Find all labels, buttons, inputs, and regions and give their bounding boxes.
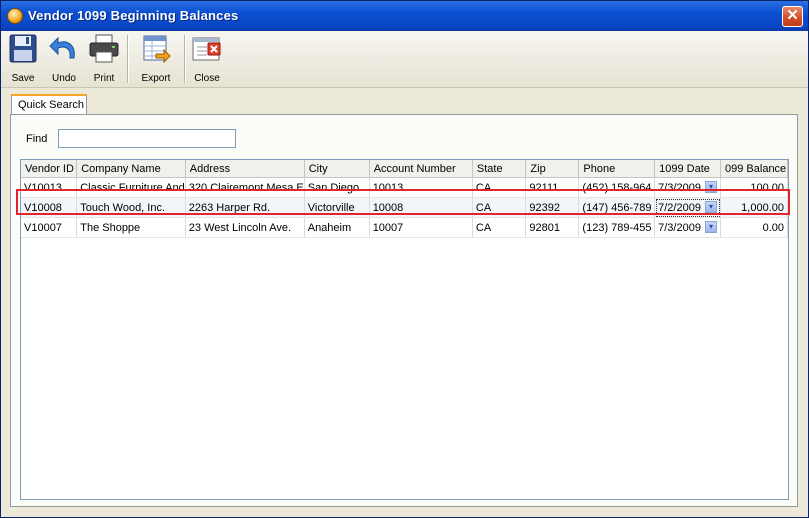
app-icon [7, 8, 23, 24]
grid-header-row: Vendor ID Company Name Address City Acco… [21, 160, 788, 178]
cell-phone[interactable]: (452) 158-964 [578, 177, 656, 198]
cell-1099-balance[interactable]: 0.00 [720, 217, 788, 238]
cell-company-name[interactable]: Classic Furniture And [76, 177, 186, 198]
table-row[interactable]: V10008 Touch Wood, Inc. 2263 Harper Rd. … [21, 197, 788, 218]
undo-button-label: Undo [52, 73, 76, 84]
save-button-label: Save [11, 73, 35, 84]
cell-company-name[interactable]: The Shoppe [76, 217, 186, 238]
cell-company-name[interactable]: Touch Wood, Inc. [76, 197, 186, 218]
floppy-disk-icon [9, 34, 37, 63]
cell-vendor-id[interactable]: V10007 [21, 217, 78, 238]
table-row[interactable]: V10007 The Shoppe 23 West Lincoln Ave. A… [21, 217, 788, 238]
close-button-label: Close [194, 73, 220, 84]
column-header-state[interactable]: State [472, 160, 527, 178]
cell-phone[interactable]: (147) 456-789 [578, 197, 656, 218]
chevron-down-icon[interactable]: ▾ [705, 181, 718, 193]
chevron-down-icon[interactable]: ▾ [705, 201, 718, 213]
column-header-zip[interactable]: Zip [525, 160, 580, 178]
column-header-company-name[interactable]: Company Name [76, 160, 186, 178]
tab-quick-search-label: Quick Search [18, 99, 85, 111]
cell-zip[interactable]: 92392 [525, 197, 580, 218]
date-value: 7/3/2009 [658, 181, 701, 194]
cell-city[interactable]: Victorville [304, 197, 370, 218]
column-header-1099-date[interactable]: 1099 Date [654, 160, 722, 178]
date-value: 7/2/2009 [658, 201, 701, 214]
date-value: 7/3/2009 [658, 221, 701, 234]
window-title: Vendor 1099 Beginning Balances [28, 8, 239, 23]
save-button[interactable]: Save [5, 33, 41, 85]
window-close-button[interactable]: ✕ [782, 6, 803, 27]
chevron-down-icon[interactable]: ▾ [705, 221, 718, 233]
cell-address[interactable]: 23 West Lincoln Ave. [185, 217, 305, 238]
column-header-city[interactable]: City [304, 160, 370, 178]
cell-1099-balance[interactable]: 100.00 [720, 177, 788, 198]
toolbar-separator [127, 35, 129, 83]
undo-button[interactable]: Undo [45, 33, 83, 85]
find-label: Find [26, 133, 48, 145]
column-header-account-number[interactable]: Account Number [369, 160, 473, 178]
printer-icon [89, 34, 119, 63]
cell-city[interactable]: Anaheim [304, 217, 370, 238]
close-button[interactable]: Close [189, 33, 225, 85]
toolbar-separator [184, 35, 186, 83]
cell-zip[interactable]: 92111 [525, 177, 580, 198]
cell-city[interactable]: San Diego [304, 177, 370, 198]
cell-1099-date[interactable]: 7/2/2009 ▾ [654, 197, 722, 218]
tab-quick-search[interactable]: Quick Search [11, 94, 87, 115]
cell-vendor-id[interactable]: V10013 [21, 177, 78, 198]
cell-1099-date[interactable]: 7/3/2009 ▾ [654, 217, 722, 238]
spreadsheet-export-icon [143, 35, 171, 64]
cell-1099-date[interactable]: 7/3/2009 ▾ [654, 177, 722, 198]
column-header-vendor-id[interactable]: Vendor ID [21, 160, 78, 178]
column-header-address[interactable]: Address [185, 160, 305, 178]
quick-search-panel: Find Vendor ID Company Name Address City… [10, 114, 798, 507]
cell-account-number[interactable]: 10013 [369, 177, 473, 198]
close-window-icon [192, 37, 221, 61]
table-row[interactable]: V10013 Classic Furniture And 320 Clairem… [21, 177, 788, 198]
vendor-grid: Vendor ID Company Name Address City Acco… [20, 159, 789, 500]
cell-1099-balance[interactable]: 1,000.00 [720, 197, 788, 218]
cell-account-number[interactable]: 10008 [369, 197, 473, 218]
cell-address[interactable]: 320 Clairemont Mesa E [185, 177, 305, 198]
toolbar: Save Undo Print Export Close [1, 31, 808, 88]
undo-arrow-icon [49, 36, 75, 59]
cell-phone[interactable]: (123) 789-455 [578, 217, 656, 238]
print-button-label: Print [93, 73, 115, 84]
cell-state[interactable]: CA [472, 217, 527, 238]
column-header-1099-balance[interactable]: 099 Balance [720, 160, 788, 178]
cell-account-number[interactable]: 10007 [369, 217, 473, 238]
cell-zip[interactable]: 92801 [525, 217, 580, 238]
find-input[interactable] [58, 129, 236, 148]
title-bar[interactable]: Vendor 1099 Beginning Balances ✕ [1, 1, 808, 31]
vendor-1099-window: Vendor 1099 Beginning Balances ✕ Save Un… [0, 0, 809, 518]
export-button-label: Export [141, 73, 171, 84]
print-button[interactable]: Print [85, 33, 123, 85]
tab-strip: Quick Search [9, 94, 800, 115]
cell-vendor-id[interactable]: V10008 [21, 197, 78, 218]
column-header-phone[interactable]: Phone [578, 160, 656, 178]
export-button[interactable]: Export [133, 33, 179, 85]
cell-state[interactable]: CA [472, 197, 527, 218]
cell-state[interactable]: CA [472, 177, 527, 198]
cell-address[interactable]: 2263 Harper Rd. [185, 197, 305, 218]
